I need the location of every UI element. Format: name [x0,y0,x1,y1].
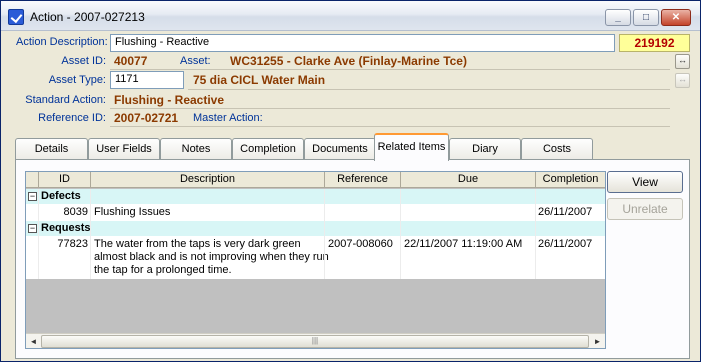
checkbox-app-icon [8,9,24,25]
collapse-icon[interactable]: − [28,224,37,233]
asset-id-value: 40077 [114,54,148,68]
grid-line [90,189,91,279]
asset-id-label: Asset ID: [61,55,106,67]
cell-id: 8039 [63,206,88,218]
action-window: Action - 2007-027213 _ □ ✕ Action Descri… [0,0,701,362]
grid-header: ID Description Reference Due Completion [26,172,605,188]
grid-line [400,189,401,279]
cell-description-line-3: the tap for a prolonged time. [94,264,232,276]
asset-type-code-field[interactable]: 1171 [110,71,184,89]
action-description-label: Action Description: [16,36,108,48]
action-description-field[interactable]: Flushing - Reactive [110,34,615,52]
column-header-id[interactable]: ID [39,172,91,188]
grid-line [38,189,39,279]
view-button[interactable]: View [607,171,683,193]
tab-notes[interactable]: Notes [160,138,232,160]
cell-completion: 26/11/2007 [538,238,593,250]
title-bar[interactable]: Action - 2007-027213 _ □ ✕ [1,1,700,31]
column-header-reference[interactable]: Reference [325,172,401,188]
tab-documents[interactable]: Documents [304,138,376,160]
grid-header-spacer [26,172,39,188]
asset-type-divider [188,89,670,90]
asset-lookup-button[interactable]: ↔ [675,54,690,69]
tab-user-fields[interactable]: User Fields [88,138,160,160]
table-row[interactable]: 77823 The water from the taps is very da… [26,236,605,279]
cell-completion: 26/11/2007 [538,206,593,218]
reference-id-value: 2007-02721 [114,111,179,125]
related-items-panel: ID Description Reference Due Completion … [15,159,690,359]
minimize-button[interactable]: _ [605,9,631,26]
scroll-right-arrow-icon[interactable]: ► [591,335,604,348]
cell-reference: 2007-008060 [328,238,393,250]
column-header-due[interactable]: Due [401,172,536,188]
horizontal-scrollbar[interactable]: ◄ ||| ► [26,333,605,348]
reference-id-label: Reference ID: [38,112,106,124]
standard-action-divider [110,108,670,109]
asset-type-description: 75 dia CICL Water Main [193,73,326,87]
action-number-badge: 219192 [619,34,690,52]
column-header-description[interactable]: Description [91,172,325,188]
maximize-button[interactable]: □ [633,9,659,26]
asset-divider [110,69,670,70]
cell-description: Flushing Issues [94,206,171,218]
table-row[interactable]: 8039 Flushing Issues 26/11/2007 [26,204,605,221]
close-button[interactable]: ✕ [661,9,691,26]
tab-costs[interactable]: Costs [521,138,593,160]
tab-diary[interactable]: Diary [449,138,521,160]
column-header-completion[interactable]: Completion [536,172,605,188]
related-items-grid[interactable]: ID Description Reference Due Completion … [25,171,606,349]
scroll-thumb[interactable]: ||| [41,335,589,348]
group-label: Requests [41,222,91,234]
asset-value: WC31255 - Clarke Ave (Finlay-Marine Tce) [230,54,467,68]
cell-id: 77823 [57,238,88,250]
group-label: Defects [41,190,81,202]
grid-body: − Defects 8039 Flushing Issues 26/11/200… [26,189,605,279]
unrelate-button[interactable]: Unrelate [607,198,683,220]
tab-related-items[interactable]: Related Items [374,133,449,161]
standard-action-label: Standard Action: [25,94,106,106]
grid-line [535,189,536,279]
group-row-requests[interactable]: − Requests [26,221,605,236]
grid-line [324,189,325,279]
tab-strip: Details User Fields Notes Completion Doc… [15,133,595,161]
tab-completion[interactable]: Completion [232,138,304,160]
asset-label: Asset: [180,55,211,67]
window-title: Action - 2007-027213 [30,10,145,24]
cell-description-line-2: almost black and is not improving when t… [94,251,329,263]
cell-description-line-1: The water from the taps is very dark gre… [94,238,301,250]
master-action-label: Master Action: [193,112,263,124]
scroll-left-arrow-icon[interactable]: ◄ [27,335,40,348]
action-form: Action Description: Flushing - Reactive … [2,32,699,361]
cell-due: 22/11/2007 11:19:00 AM [404,238,523,250]
asset-type-lookup-button[interactable]: ↔ [675,73,690,88]
reference-divider [110,126,670,127]
standard-action-value: Flushing - Reactive [114,93,225,107]
group-row-defects[interactable]: − Defects [26,189,605,204]
asset-type-label: Asset Type: [48,74,106,86]
collapse-icon[interactable]: − [28,192,37,201]
tab-details[interactable]: Details [15,138,88,160]
